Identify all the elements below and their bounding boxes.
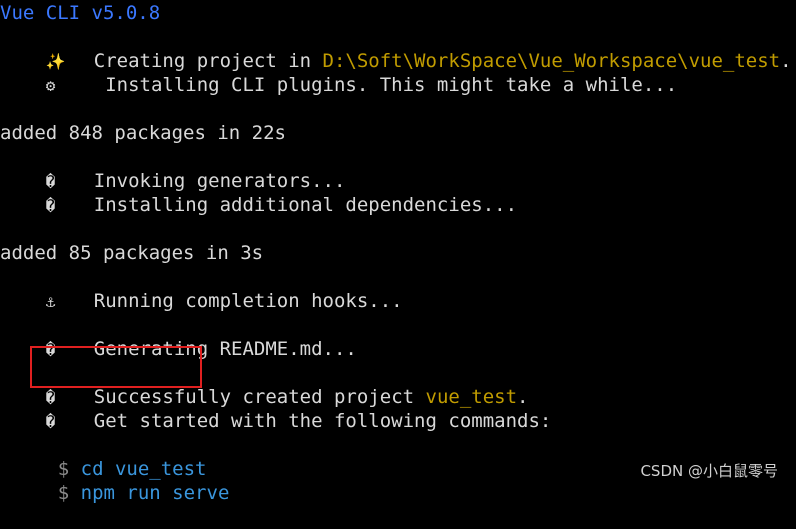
success-highlight-box <box>30 346 202 388</box>
command-line-serve: $ npm run serve <box>12 457 230 504</box>
terminal-window[interactable]: Vue CLI v5.0.8 ✨ Creating project in D:\S… <box>0 0 796 504</box>
prompt-symbol: $ <box>57 482 70 504</box>
creating-project-line: ✨ Creating project in D:\Soft\WorkSpace\V… <box>0 25 792 72</box>
added-85-packages-line: added 85 packages in 3s <box>0 242 264 264</box>
added-848-packages-line: added 848 packages in 22s <box>0 122 286 144</box>
installing-dependencies-text: Installing additional dependencies... <box>93 194 518 216</box>
invoking-generators-line: � Invoking generators... <box>0 145 346 192</box>
get-started-text: Get started with the following commands: <box>93 410 552 432</box>
anchor-icon: ⚓ <box>45 292 56 311</box>
unknown-glyph-icon: � <box>45 412 56 431</box>
command-line-cd: $ cd vue_test <box>12 433 207 480</box>
installing-plugins-text: Installing CLI plugins. This might take … <box>93 74 678 96</box>
installing-dependencies-line: � Installing additional dependencies... <box>0 169 517 216</box>
unknown-glyph-icon: � <box>45 196 56 215</box>
completion-hooks-text: Running completion hooks... <box>93 290 403 312</box>
gear-icon: ⚙ <box>45 76 56 95</box>
completion-hooks-line: ⚓ Running completion hooks... <box>0 265 403 312</box>
creating-project-suffix: . <box>780 50 792 72</box>
csdn-watermark: CSDN @小白鼠零号 <box>640 462 778 480</box>
installing-plugins-line: ⚙ Installing CLI plugins. This might tak… <box>0 49 677 96</box>
generating-readme-line: � Generating README.md... <box>0 313 357 360</box>
vue-cli-version-header: Vue CLI v5.0.8 <box>0 2 161 24</box>
get-started-line: � Get started with the following commands… <box>0 385 552 432</box>
npm-serve-command[interactable]: npm run serve <box>81 482 230 504</box>
